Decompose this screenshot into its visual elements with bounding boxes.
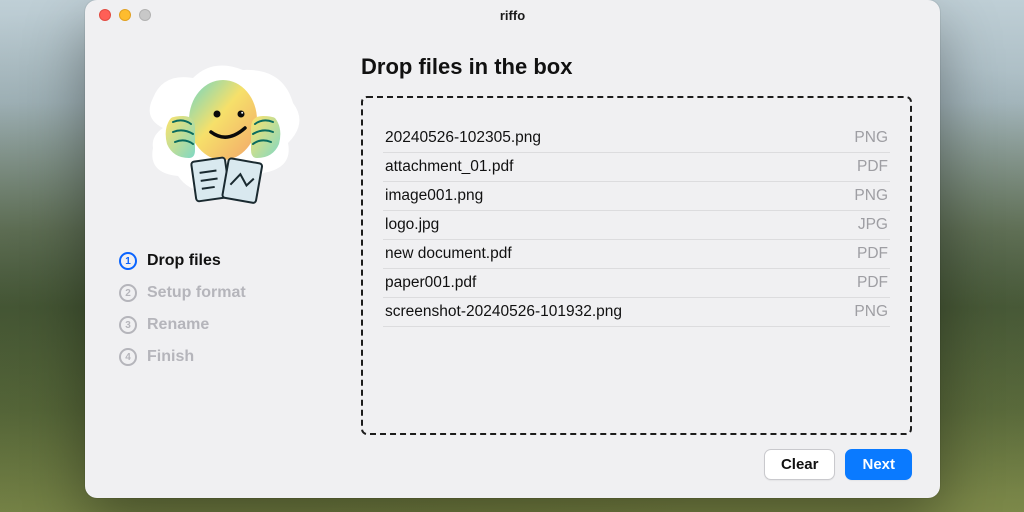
file-type-badge: PNG — [854, 303, 888, 321]
file-name: new document.pdf — [385, 245, 512, 263]
file-row[interactable]: image001.png PNG — [383, 182, 890, 211]
step-number-icon: 3 — [119, 316, 137, 334]
step-number-icon: 1 — [119, 252, 137, 270]
window-titlebar[interactable]: riffo — [85, 0, 940, 30]
step-setup-format[interactable]: 2 Setup format — [119, 284, 333, 302]
app-window: riffo — [85, 0, 940, 498]
main-panel: Drop files in the box 20240526-102305.pn… — [361, 38, 912, 480]
close-window-button[interactable] — [99, 9, 111, 21]
file-type-badge: PDF — [857, 245, 888, 263]
window-body: 1 Drop files 2 Setup format 3 Rename 4 F… — [85, 30, 940, 498]
file-row[interactable]: 20240526-102305.png PNG — [383, 124, 890, 153]
step-label: Rename — [147, 316, 209, 334]
desktop-background: riffo — [0, 0, 1024, 512]
file-row[interactable]: logo.jpg JPG — [383, 211, 890, 240]
file-row[interactable]: screenshot-20240526-101932.png PNG — [383, 298, 890, 327]
file-type-badge: PDF — [857, 274, 888, 292]
step-drop-files[interactable]: 1 Drop files — [119, 252, 333, 270]
file-name: screenshot-20240526-101932.png — [385, 303, 622, 321]
file-dropzone[interactable]: 20240526-102305.png PNG attachment_01.pd… — [361, 96, 912, 435]
step-number-icon: 4 — [119, 348, 137, 366]
step-label: Setup format — [147, 284, 246, 302]
file-type-badge: PNG — [854, 187, 888, 205]
file-type-badge: PDF — [857, 158, 888, 176]
zoom-window-button[interactable] — [139, 9, 151, 21]
file-list: 20240526-102305.png PNG attachment_01.pd… — [383, 124, 890, 327]
minimize-window-button[interactable] — [119, 9, 131, 21]
file-row[interactable]: new document.pdf PDF — [383, 240, 890, 269]
step-label: Finish — [147, 348, 194, 366]
clear-button[interactable]: Clear — [764, 449, 836, 480]
action-bar: Clear Next — [361, 449, 912, 480]
page-heading: Drop files in the box — [361, 54, 912, 80]
file-name: paper001.pdf — [385, 274, 476, 292]
file-type-badge: JPG — [858, 216, 888, 234]
window-title: riffo — [85, 8, 940, 23]
step-number-icon: 2 — [119, 284, 137, 302]
file-row[interactable]: paper001.pdf PDF — [383, 269, 890, 298]
file-name: attachment_01.pdf — [385, 158, 513, 176]
step-finish[interactable]: 4 Finish — [119, 348, 333, 366]
window-controls — [99, 9, 151, 21]
step-label: Drop files — [147, 252, 221, 270]
file-name: image001.png — [385, 187, 483, 205]
file-name: 20240526-102305.png — [385, 129, 541, 147]
step-list: 1 Drop files 2 Setup format 3 Rename 4 F… — [119, 252, 333, 366]
illustration — [113, 38, 333, 248]
next-button[interactable]: Next — [845, 449, 912, 480]
file-name: logo.jpg — [385, 216, 439, 234]
file-type-badge: PNG — [854, 129, 888, 147]
file-row[interactable]: attachment_01.pdf PDF — [383, 153, 890, 182]
step-rename[interactable]: 3 Rename — [119, 316, 333, 334]
sidebar: 1 Drop files 2 Setup format 3 Rename 4 F… — [113, 38, 333, 480]
